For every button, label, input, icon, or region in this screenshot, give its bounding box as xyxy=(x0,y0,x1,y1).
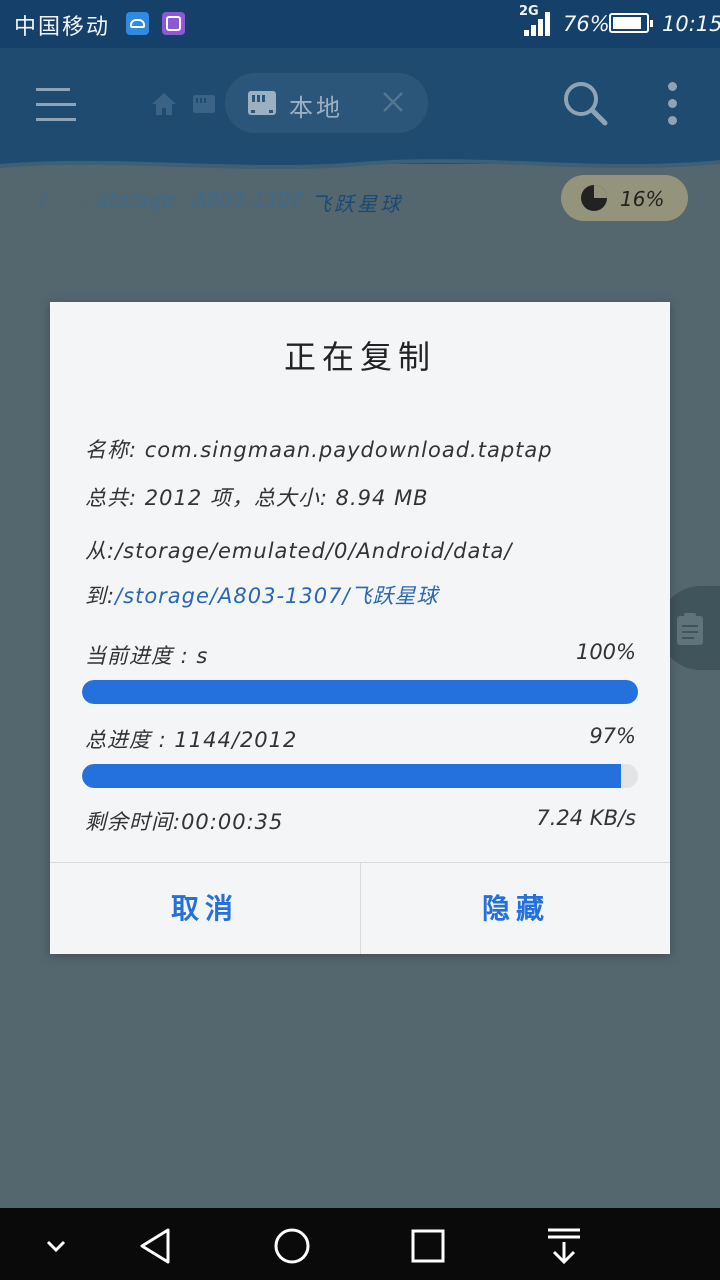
to-row: 到:/storage/A803-1307/飞跃星球 xyxy=(85,580,439,610)
total-progress-fill xyxy=(82,764,622,788)
total-progress-bar xyxy=(82,764,638,788)
current-progress-bar xyxy=(82,680,638,704)
total-value: 2012 项，总大小: 8.94 MB xyxy=(144,486,429,510)
chevron-right-icon: › xyxy=(170,186,180,214)
navigation-bar xyxy=(0,1208,720,1280)
close-icon[interactable] xyxy=(381,90,405,114)
clock: 10:15 xyxy=(662,12,720,36)
recent-apps-icon[interactable] xyxy=(408,1226,448,1266)
current-progress-percent: 100% xyxy=(575,640,636,664)
copy-progress-dialog: 正在复制 名称: com.singmaan.paydownload.taptap… xyxy=(50,302,670,954)
tab-local[interactable]: 本地 xyxy=(225,73,428,133)
breadcrumb-current[interactable]: 飞跃星球 xyxy=(311,188,403,217)
from-path: /storage/emulated/0/Android/data/ xyxy=(115,539,513,563)
battery-percent: 76% xyxy=(563,12,610,36)
total-label: 总共: xyxy=(85,486,138,510)
pie-chart-icon xyxy=(581,185,607,211)
total-row: 总共: 2012 项，总大小: 8.94 MB xyxy=(85,482,429,512)
chevron-down-icon[interactable] xyxy=(36,1226,76,1266)
battery-icon xyxy=(609,13,653,33)
remaining-time: 剩余时间:00:00:35 xyxy=(85,810,284,834)
tab-label: 本地 xyxy=(289,94,343,122)
storage-usage-badge[interactable]: 16% xyxy=(561,175,688,221)
home-icon[interactable] xyxy=(150,90,178,118)
from-label: 从: xyxy=(85,539,116,563)
breadcrumb-storage[interactable]: storage xyxy=(98,188,174,212)
status-bar: 中国移动 2G 76% 10:15 xyxy=(0,0,720,48)
current-progress-label: 当前进度 : s xyxy=(85,644,209,668)
dialog-title: 正在复制 xyxy=(283,338,436,376)
breadcrumb-sdcard[interactable]: A803-1307 xyxy=(193,188,303,212)
storage-usage-percent: 16% xyxy=(620,187,665,211)
more-options-icon[interactable] xyxy=(666,82,678,126)
breadcrumb: / › storage › A803-1307 › 飞跃星球 xyxy=(0,178,560,224)
sd-card-icon[interactable] xyxy=(192,93,216,115)
name-row: 名称: com.singmaan.paydownload.taptap xyxy=(85,434,553,464)
breadcrumb-root[interactable]: / xyxy=(40,188,47,212)
gallery-app-icon xyxy=(162,12,185,35)
cancel-button[interactable]: 取消 xyxy=(50,863,360,954)
carrier-name: 中国移动 xyxy=(14,15,111,40)
sd-card-icon xyxy=(248,91,276,115)
name-value: com.singmaan.paydownload.taptap xyxy=(144,438,553,462)
from-row: 从:/storage/emulated/0/Android/data/ xyxy=(85,535,513,565)
transfer-speed: 7.24 KB/s xyxy=(536,806,636,830)
menu-icon[interactable] xyxy=(36,88,76,122)
app-toolbar: 本地 xyxy=(0,48,720,164)
chevron-right-icon: › xyxy=(76,186,86,214)
total-progress-label: 总进度 : 1144/2012 xyxy=(85,728,298,752)
home-icon[interactable] xyxy=(272,1226,312,1266)
search-icon[interactable] xyxy=(562,80,608,126)
notification-pull-icon[interactable] xyxy=(544,1226,584,1266)
current-progress-fill xyxy=(82,680,638,704)
total-progress-percent: 97% xyxy=(589,724,636,748)
hide-button[interactable]: 隐藏 xyxy=(361,863,671,954)
name-label: 名称: xyxy=(85,438,138,462)
chevron-right-icon: › xyxy=(288,186,298,214)
to-path[interactable]: /storage/A803-1307/飞跃星球 xyxy=(115,584,438,608)
to-label: 到: xyxy=(85,584,116,608)
back-icon[interactable] xyxy=(136,1226,176,1266)
network-type: 2G xyxy=(519,4,539,19)
clipboard-icon xyxy=(677,613,703,645)
cloud-app-icon xyxy=(126,12,149,35)
